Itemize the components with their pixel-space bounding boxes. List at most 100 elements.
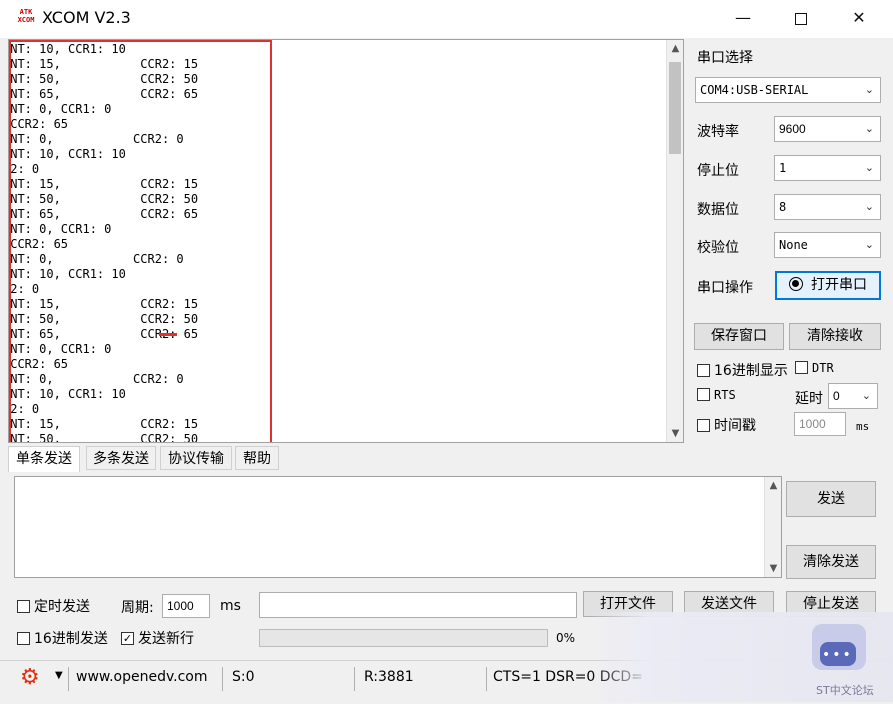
receive-line: CNT: 0, CCR1: 0 <box>8 342 112 356</box>
checkbox-icon <box>795 360 808 374</box>
chat-dots-icon: ••• <box>822 647 853 663</box>
chevron-down-icon: ⌄ <box>861 389 871 402</box>
receive-line: R2: 0 <box>9 402 40 416</box>
received-count: R:3881 <box>364 669 414 685</box>
minimize-button[interactable]: — <box>720 4 766 34</box>
file-path-input[interactable] <box>259 592 577 618</box>
send-textarea[interactable]: ▲ ▼ <box>14 476 782 578</box>
receive-line: CCR2: 65 <box>8 237 69 251</box>
data-bits-value: 8 <box>779 200 787 214</box>
timed-send-label: 定时发送 <box>34 599 90 615</box>
chevron-down-icon: ⌄ <box>864 83 874 96</box>
send-progress-bar <box>259 629 548 647</box>
chevron-down-icon: ⌄ <box>864 161 874 174</box>
timestamp-interval-input[interactable]: 1000 <box>794 412 846 436</box>
status-separator <box>222 667 223 691</box>
receive-line: CNT: 15, CCR2: 15 <box>8 177 199 191</box>
receive-line: CNT: 0, CCR2: 0 <box>8 252 184 266</box>
open-port-label: 打开串口 <box>811 277 867 293</box>
scroll-thumb[interactable] <box>669 62 681 154</box>
chevron-down-icon: ⌄ <box>864 122 874 135</box>
receive-line: CNT: 50, CCR2: 50 <box>8 312 199 326</box>
send-newline-checkbox[interactable]: ✓ 发送新行 <box>121 628 194 648</box>
checkbox-icon <box>697 418 710 432</box>
watermark-text: ST中文论坛 <box>816 684 874 697</box>
port-op-label: 串口操作 <box>697 280 753 296</box>
hex-send-checkbox[interactable]: 16进制发送 <box>17 628 108 648</box>
stop-bits-label: 停止位 <box>697 163 739 179</box>
receive-line: CNT: 15, CCR2: 15 <box>8 297 199 311</box>
baud-value: 9600 <box>779 122 806 136</box>
maximize-button[interactable] <box>778 4 824 34</box>
hex-display-label: 16进制显示 <box>714 363 788 379</box>
receive-line: CNT: 10, CCR1: 10 <box>8 147 126 161</box>
port-select[interactable]: COM4:USB-SERIAL ⌄ <box>695 77 881 103</box>
scroll-down-icon[interactable]: ▼ <box>667 425 683 442</box>
app-logo-icon: ATK XCOM <box>17 8 35 24</box>
clear-receive-button[interactable]: 清除接收 <box>789 323 881 350</box>
scroll-up-icon[interactable]: ▲ <box>765 477 782 494</box>
checkbox-icon <box>17 631 30 645</box>
receive-line: CNT: 65, CCR2: 65 <box>8 207 199 221</box>
window-title: XCOM V2.3 <box>42 8 131 27</box>
chevron-down-icon: ⌄ <box>864 200 874 213</box>
timestamp-label: 时间戳 <box>714 418 756 434</box>
receive-textarea[interactable]: CNT: 10, CCR1: 10 CNT: 15, CCR2: 15 CNT: 5… <box>8 39 684 443</box>
status-separator <box>68 667 69 691</box>
receive-line: R2: 0 <box>9 162 40 176</box>
receive-line: CNT: 0, CCR2: 0 <box>8 132 184 146</box>
tab-protocol[interactable]: 协议传输 <box>160 446 232 470</box>
gear-icon[interactable]: ⚙ <box>20 665 40 690</box>
send-scrollbar[interactable]: ▲ ▼ <box>764 477 781 577</box>
port-state-radio-icon <box>789 277 803 291</box>
tab-single-send[interactable]: 单条发送 <box>8 446 80 472</box>
receive-line: CNT: 50, CCR2: 50 <box>8 72 199 86</box>
timed-send-checkbox[interactable]: 定时发送 <box>17 596 90 616</box>
checkmark-icon: ✓ <box>121 631 134 645</box>
receive-line: CCR2: 65 <box>8 117 69 131</box>
receive-line: CNT: 65, CCR2: 65 <box>8 87 199 101</box>
dropdown-arrow-icon[interactable]: ▼ <box>55 670 63 681</box>
delay-select[interactable]: 0 ⌄ <box>828 383 878 409</box>
chevron-down-icon: ⌄ <box>864 238 874 251</box>
stop-bits-value: 1 <box>779 161 787 175</box>
close-button[interactable]: ✕ <box>836 4 882 34</box>
save-window-button[interactable]: 保存窗口 <box>694 323 784 350</box>
baud-select[interactable]: 9600 ⌄ <box>774 116 881 142</box>
title-bar: ATK XCOM XCOM V2.3 — ✕ <box>0 0 893 38</box>
port-value: COM4:USB-SERIAL <box>700 83 809 97</box>
checkbox-icon <box>17 599 30 613</box>
receive-line: CNT: 15, CCR2: 15 <box>8 57 199 71</box>
rts-checkbox[interactable]: RTS <box>697 387 736 403</box>
delay-value: 0 <box>833 389 840 403</box>
receive-line: CNT: 0, CCR1: 0 <box>8 222 112 236</box>
data-bits-select[interactable]: 8 ⌄ <box>774 194 881 220</box>
stop-bits-select[interactable]: 1 ⌄ <box>774 155 881 181</box>
rts-label: RTS <box>714 388 736 402</box>
status-separator <box>486 667 487 691</box>
scroll-up-icon[interactable]: ▲ <box>667 40 683 57</box>
receive-line: CNT: 0, CCR2: 0 <box>8 372 184 386</box>
period-input[interactable]: 1000 <box>162 594 210 618</box>
clear-send-button[interactable]: 清除发送 <box>786 545 876 579</box>
scroll-down-icon[interactable]: ▼ <box>765 560 782 577</box>
receive-text: CNT: 10, CCR1: 10 CNT: 15, CCR2: 15 CNT: 5… <box>8 42 199 442</box>
tab-multi-send[interactable]: 多条发送 <box>86 446 156 470</box>
tab-help[interactable]: 帮助 <box>235 446 279 470</box>
timestamp-checkbox[interactable]: 时间戳 <box>697 415 756 435</box>
port-select-label: 串口选择 <box>697 50 753 66</box>
dtr-checkbox[interactable]: DTR <box>795 360 834 376</box>
parity-select[interactable]: None ⌄ <box>774 232 881 258</box>
period-unit-label: ms <box>220 598 241 614</box>
send-button[interactable]: 发送 <box>786 481 876 517</box>
hex-display-checkbox[interactable]: 16进制显示 <box>697 360 788 380</box>
send-newline-label: 发送新行 <box>138 631 194 647</box>
checkbox-icon <box>697 363 710 377</box>
website-link[interactable]: www.openedv.com <box>76 669 208 685</box>
parity-value: None <box>779 238 808 252</box>
receive-line: CNT: 10, CCR1: 10 <box>8 42 126 56</box>
receive-scrollbar[interactable]: ▲ ▼ <box>666 40 683 442</box>
data-bits-label: 数据位 <box>697 202 739 218</box>
open-port-button[interactable]: 打开串口 <box>775 271 881 300</box>
checkbox-icon <box>697 387 710 401</box>
